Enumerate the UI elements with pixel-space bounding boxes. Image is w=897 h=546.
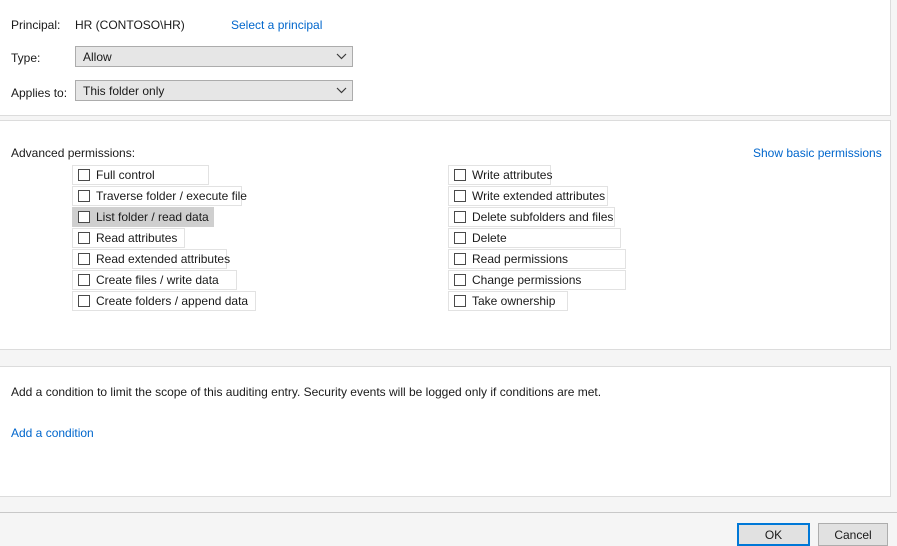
ok-button[interactable]: OK	[737, 523, 810, 546]
add-a-condition-link[interactable]: Add a condition	[11, 426, 94, 440]
permission-checkbox[interactable]	[78, 232, 90, 244]
permission-label: Read extended attributes	[96, 252, 231, 266]
chevron-down-icon	[332, 87, 350, 94]
principal-value: HR (CONTOSO\HR)	[75, 18, 185, 32]
permission-checkbox[interactable]	[454, 211, 466, 223]
permission-label: Delete subfolders and files	[472, 210, 614, 224]
permission-row[interactable]: Write extended attributes	[448, 186, 608, 206]
permission-label: Traverse folder / execute file	[96, 189, 247, 203]
permission-checkbox[interactable]	[78, 211, 90, 223]
auditing-entry-dialog: Principal: HR (CONTOSO\HR) Select a prin…	[0, 0, 897, 546]
permission-row[interactable]: Create folders / append data	[72, 291, 256, 311]
applies-to-dropdown[interactable]: This folder only	[75, 80, 353, 101]
permission-label: Write attributes	[472, 168, 553, 182]
permission-checkbox[interactable]	[78, 274, 90, 286]
permission-checkbox[interactable]	[78, 169, 90, 181]
permission-row[interactable]: Delete	[448, 228, 621, 248]
permission-checkbox[interactable]	[454, 295, 466, 307]
advanced-permissions-panel: Advanced permissions: Show basic permiss…	[0, 120, 891, 462]
permission-label: Delete	[472, 231, 507, 245]
principal-label: Principal:	[11, 18, 61, 32]
permission-checkbox[interactable]	[454, 190, 466, 202]
condition-panel: Add a condition to limit the scope of th…	[0, 366, 891, 497]
permission-row[interactable]: Traverse folder / execute file	[72, 186, 247, 206]
permission-label: Read permissions	[472, 252, 569, 266]
permission-checkbox[interactable]	[454, 232, 466, 244]
permission-row[interactable]: Delete subfolders and files	[448, 207, 615, 227]
applies-to-label: Applies to:	[11, 86, 68, 100]
principal-panel: Principal: HR (CONTOSO\HR) Select a prin…	[0, 0, 891, 116]
applies-to-dropdown-value: This folder only	[83, 83, 165, 98]
permission-row[interactable]: Take ownership	[448, 291, 568, 311]
permission-row[interactable]: Write attributes	[448, 165, 553, 185]
permission-checkbox[interactable]	[78, 253, 90, 265]
type-dropdown[interactable]: Allow	[75, 46, 353, 67]
condition-description: Add a condition to limit the scope of th…	[11, 385, 602, 399]
select-a-principal-link[interactable]: Select a principal	[231, 18, 322, 32]
permission-checkbox[interactable]	[454, 169, 466, 181]
permission-label: Read attributes	[96, 231, 178, 245]
permission-row[interactable]: Read permissions	[448, 249, 626, 269]
dialog-footer: OK Cancel	[0, 513, 897, 546]
permission-label: Write extended attributes	[472, 189, 606, 203]
permission-label: Change permissions	[472, 273, 582, 287]
cancel-button[interactable]: Cancel	[818, 523, 888, 546]
permission-label: Full control	[96, 168, 155, 182]
permission-label: Take ownership	[472, 294, 556, 308]
permission-label: Create files / write data	[96, 273, 219, 287]
type-dropdown-value: Allow	[83, 49, 112, 64]
permission-label: Create folders / append data	[96, 294, 249, 308]
permission-row[interactable]: List folder / read data	[72, 207, 214, 227]
permission-label: List folder / read data	[96, 210, 209, 224]
permission-checkbox[interactable]	[78, 295, 90, 307]
type-label: Type:	[11, 51, 41, 65]
permission-row[interactable]: Read extended attributes	[72, 249, 231, 269]
permission-checkbox[interactable]	[454, 253, 466, 265]
permission-row[interactable]: Read attributes	[72, 228, 185, 248]
permission-checkbox[interactable]	[78, 190, 90, 202]
permission-row[interactable]: Change permissions	[448, 270, 626, 290]
show-basic-permissions-link[interactable]: Show basic permissions	[753, 146, 882, 160]
permission-checkbox[interactable]	[454, 274, 466, 286]
permission-row[interactable]: Full control	[72, 165, 209, 185]
permission-row[interactable]: Create files / write data	[72, 270, 237, 290]
chevron-down-icon	[332, 53, 350, 60]
advanced-permissions-label: Advanced permissions:	[11, 146, 136, 160]
